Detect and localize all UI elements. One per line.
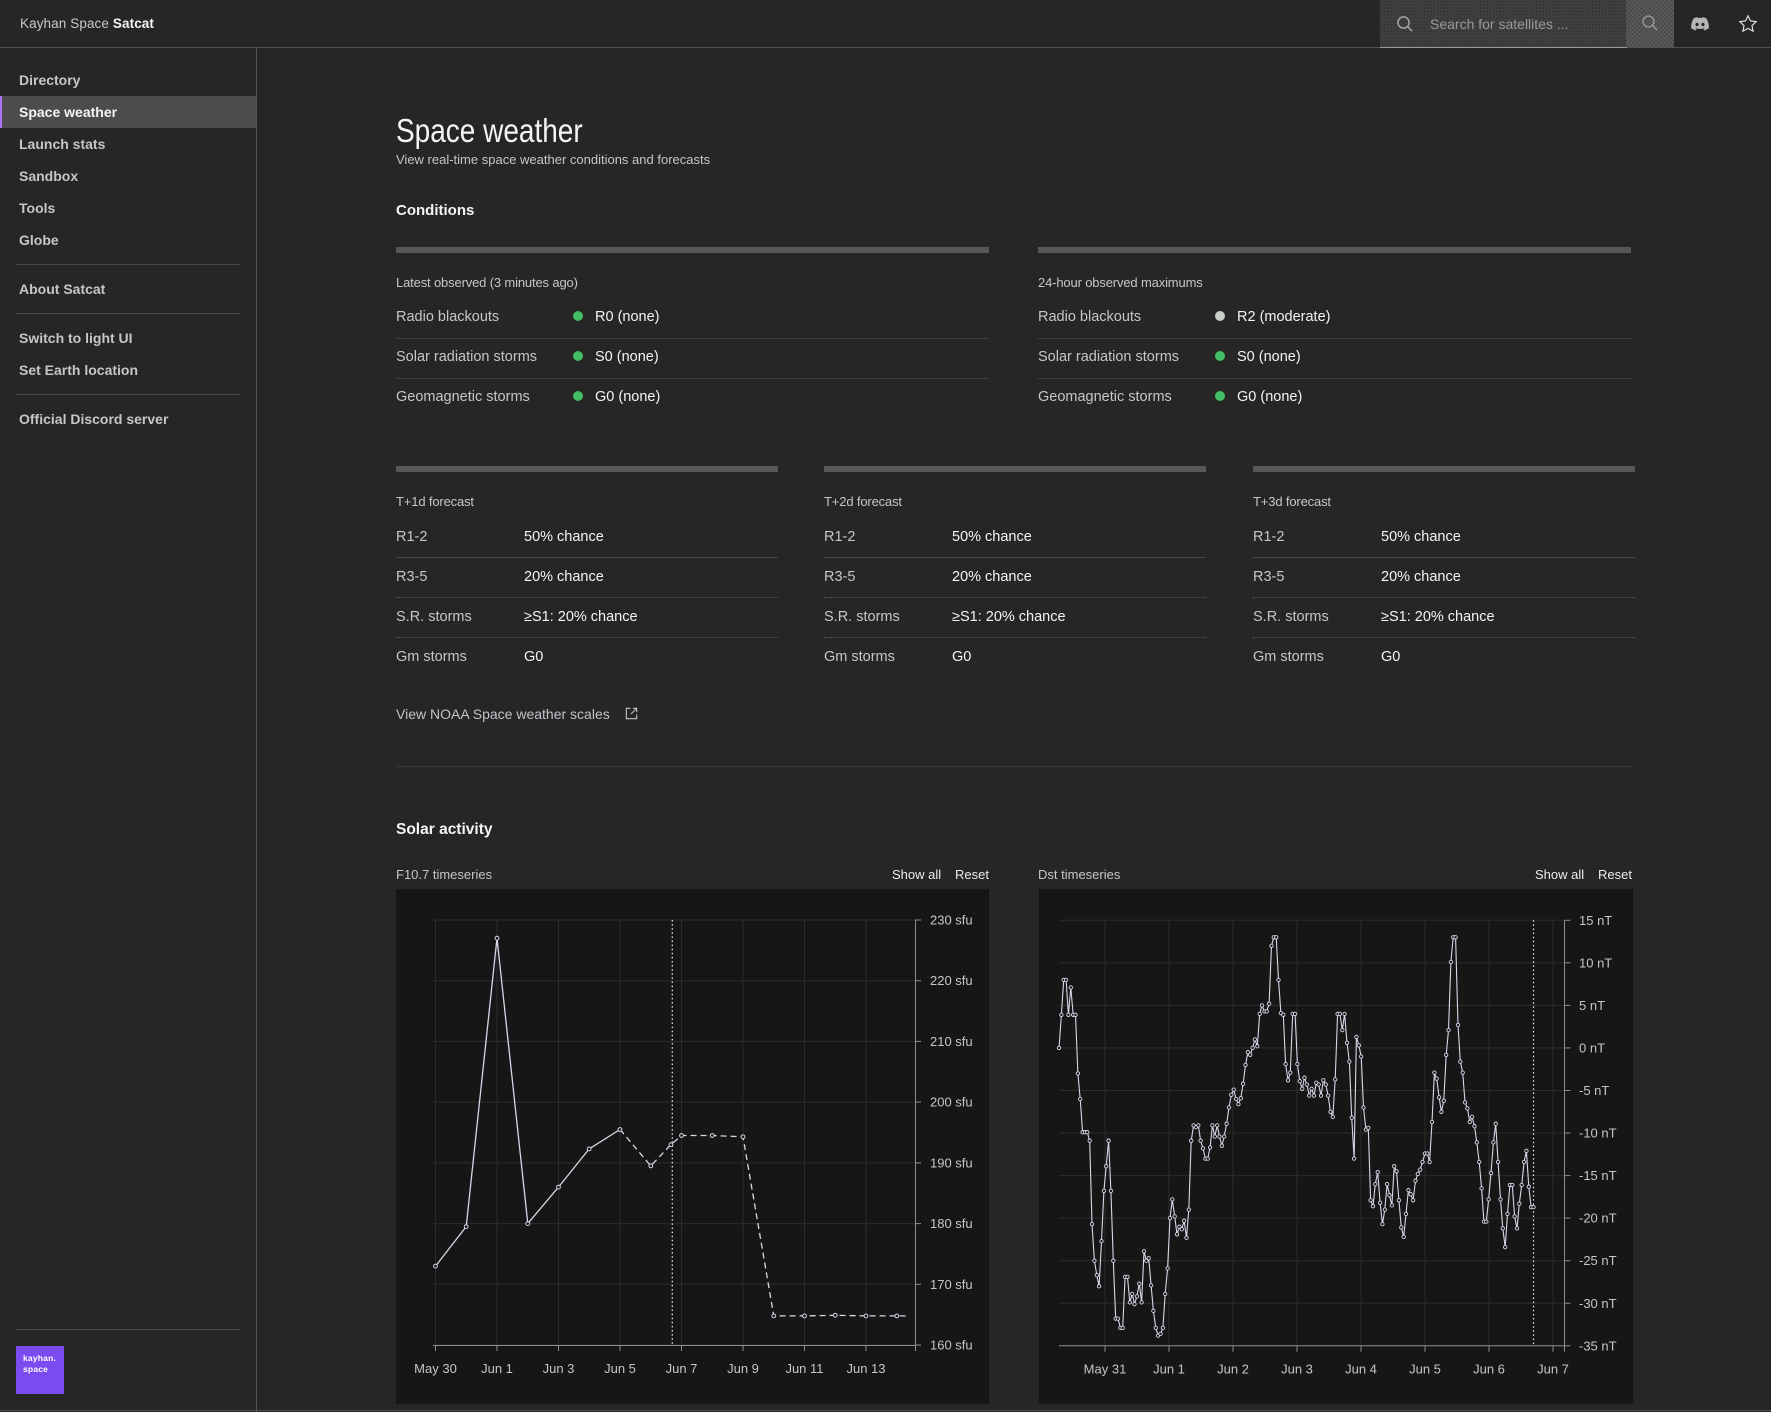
svg-text:180 sfu: 180 sfu bbox=[930, 1216, 973, 1231]
svg-text:Jun 13: Jun 13 bbox=[846, 1361, 885, 1376]
svg-text:220 sfu: 220 sfu bbox=[930, 973, 973, 988]
svg-text:5 nT: 5 nT bbox=[1579, 998, 1605, 1013]
svg-text:May 31: May 31 bbox=[1083, 1361, 1126, 1376]
svg-text:Jun 9: Jun 9 bbox=[727, 1361, 759, 1376]
svg-text:Jun 3: Jun 3 bbox=[1281, 1361, 1313, 1376]
svg-text:230 sfu: 230 sfu bbox=[930, 913, 973, 928]
svg-text:May 30: May 30 bbox=[414, 1361, 457, 1376]
svg-text:-30 nT: -30 nT bbox=[1579, 1296, 1617, 1311]
svg-text:190 sfu: 190 sfu bbox=[930, 1155, 973, 1170]
svg-text:-15 nT: -15 nT bbox=[1579, 1168, 1617, 1183]
svg-text:Jun 5: Jun 5 bbox=[604, 1361, 636, 1376]
svg-text:Jun 1: Jun 1 bbox=[1153, 1361, 1185, 1376]
svg-text:15 nT: 15 nT bbox=[1579, 913, 1612, 928]
svg-text:Jun 5: Jun 5 bbox=[1409, 1361, 1441, 1376]
svg-text:Jun 6: Jun 6 bbox=[1473, 1361, 1505, 1376]
svg-text:-5 nT: -5 nT bbox=[1579, 1083, 1609, 1098]
svg-text:Jun 3: Jun 3 bbox=[543, 1361, 575, 1376]
svg-text:-10 nT: -10 nT bbox=[1579, 1126, 1617, 1141]
svg-text:10 nT: 10 nT bbox=[1579, 955, 1612, 970]
svg-text:0 nT: 0 nT bbox=[1579, 1040, 1605, 1055]
svg-text:Jun 7: Jun 7 bbox=[666, 1361, 698, 1376]
svg-text:Jun 2: Jun 2 bbox=[1217, 1361, 1249, 1376]
svg-text:-25 nT: -25 nT bbox=[1579, 1253, 1617, 1268]
svg-text:210 sfu: 210 sfu bbox=[930, 1034, 973, 1049]
svg-text:Jun 11: Jun 11 bbox=[785, 1361, 823, 1376]
svg-text:170 sfu: 170 sfu bbox=[930, 1277, 973, 1292]
svg-text:Jun 7: Jun 7 bbox=[1537, 1361, 1569, 1376]
svg-text:200 sfu: 200 sfu bbox=[930, 1095, 973, 1110]
svg-text:Jun 1: Jun 1 bbox=[481, 1361, 513, 1376]
svg-text:160 sfu: 160 sfu bbox=[930, 1338, 973, 1353]
svg-text:-35 nT: -35 nT bbox=[1579, 1338, 1617, 1353]
svg-text:Jun 4: Jun 4 bbox=[1345, 1361, 1377, 1376]
svg-text:-20 nT: -20 nT bbox=[1579, 1211, 1617, 1226]
